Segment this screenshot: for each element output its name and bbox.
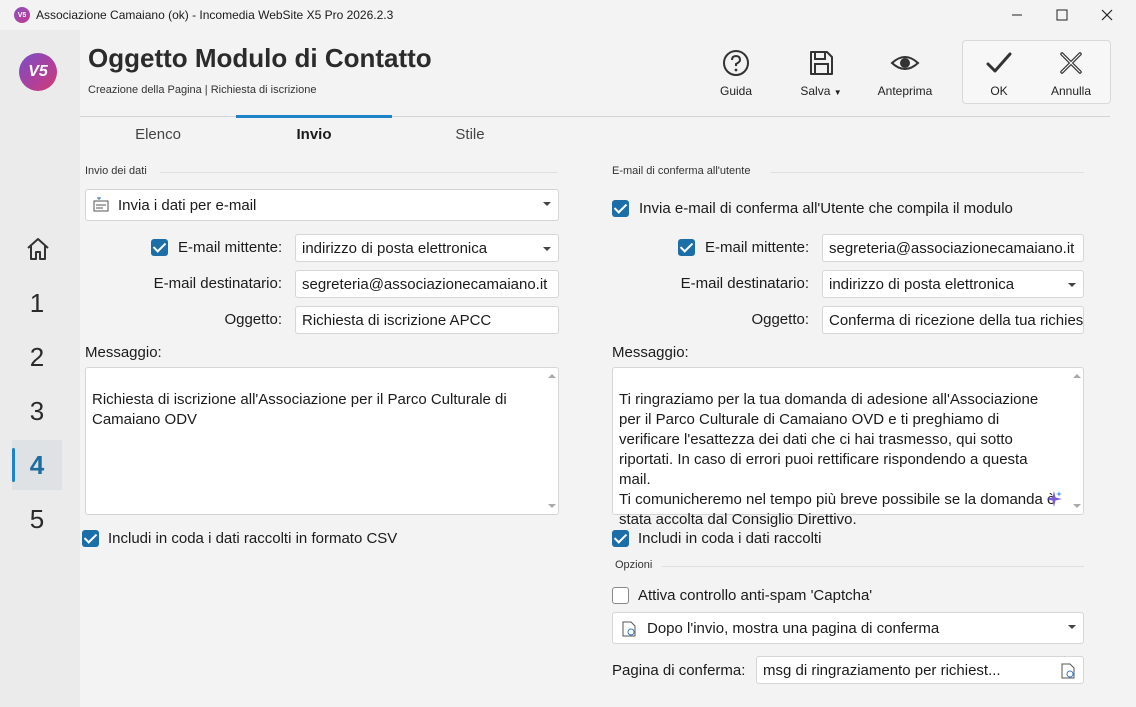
email-form-icon [93,197,109,212]
breadcrumb: Creazione della Pagina | Richiesta di is… [88,84,317,96]
message-value-right: Ti ringraziamo per la tua domanda di ade… [619,391,1055,528]
sender-select-left[interactable]: indirizzo di posta elettronica [295,234,559,262]
message-value-left: Richiesta di iscrizione all'Associazione… [92,391,507,428]
subject-label-left: Oggetto: [224,311,282,328]
recipient-value-right: indirizzo di posta elettronica [829,275,1015,293]
cancel-label: Annulla [1050,84,1092,98]
section-title-opzioni: Opzioni [615,559,653,571]
minimize-icon[interactable] [994,0,1040,30]
recipient-value-left: segreteria@associazionecamaiano.it [302,275,548,293]
preview-label: Anteprima [877,84,933,98]
window-title: Associazione Camaiano (ok) - Incomedia W… [36,8,394,22]
maximize-icon[interactable] [1039,0,1085,30]
app-logo: V5 [19,53,57,91]
confirm-email-checkbox[interactable] [612,200,629,217]
captcha-label: Attiva controllo anti-spam 'Captcha' [638,587,873,604]
send-mode-value: Invia i dati per e-mail [118,196,257,214]
recipient-label-right: E-mail destinatario: [680,275,809,292]
section-title-conferma: E-mail di conferma all'utente [612,165,751,177]
step-3[interactable]: 3 [12,386,62,436]
home-icon[interactable] [24,235,52,263]
ok-button[interactable]: OK [959,48,1039,98]
confirm-page-value: msg di ringraziamento per richiest... [763,661,1001,679]
tab-invio[interactable]: Invio [236,117,392,151]
section-divider [770,172,1084,173]
message-label-left: Messaggio: [85,344,162,361]
help-icon [723,50,749,76]
sender-label-left: E-mail mittente: [178,239,283,256]
save-icon [810,51,833,75]
help-label: Guida [719,84,753,98]
save-button[interactable]: Salva ▼ [781,48,861,98]
cancel-icon [1060,52,1082,74]
confirm-page-input[interactable]: msg di ringraziamento per richiest... [756,656,1084,684]
after-send-value: Dopo l'invio, mostra una pagina di confe… [647,619,940,637]
chevron-down-icon: ▼ [833,88,842,97]
subject-input-left[interactable]: Richiesta di iscrizione APCC [295,306,559,334]
recipient-select-right[interactable]: indirizzo di posta elettronica [822,270,1084,298]
include-data-checkbox[interactable] [612,530,629,547]
preview-button[interactable]: Anteprima [865,48,945,98]
tab-elenco[interactable]: Elenco [80,117,236,151]
section-title-invio-dati: Invio dei dati [85,165,147,177]
message-textarea-right[interactable]: Ti ringraziamo per la tua domanda di ade… [612,367,1084,528]
app-icon: V5 [14,7,30,23]
scrollbar[interactable] [546,372,556,510]
confirm-email-label: Invia e-mail di conferma all'Utente che … [639,200,1013,217]
eye-icon [890,56,920,70]
sender-input-right[interactable]: segreteria@associazionecamaiano.it [822,234,1084,262]
tab-stile[interactable]: Stile [392,117,548,151]
page-link-icon[interactable] [1061,663,1075,679]
save-label: Salva ▼ [800,84,842,98]
title-bar: V5 Associazione Camaiano (ok) - Incomedi… [0,0,1136,30]
subject-value-left: Richiesta di iscrizione APCC [302,311,492,329]
ai-sparkle-icon[interactable] [1045,490,1063,508]
subject-label-right: Oggetto: [751,311,809,328]
step-1[interactable]: 1 [12,278,62,328]
confirm-page-label: Pagina di conferma: [612,662,746,679]
page-title: Oggetto Modulo di Contatto [88,43,432,73]
csv-label: Includi in coda i dati raccolti in forma… [108,530,398,547]
include-data-label: Includi in coda i dati raccolti [638,530,822,547]
subject-input-right[interactable]: Conferma di ricezione della tua richiest… [822,306,1084,334]
subject-value-right: Conferma di ricezione della tua richiest… [829,311,1084,329]
recipient-label-left: E-mail destinatario: [153,275,282,292]
section-divider [160,172,558,173]
recipient-input-left[interactable]: segreteria@associazionecamaiano.it [295,270,559,298]
message-label-right: Messaggio: [612,344,689,361]
message-textarea-left[interactable]: Richiesta di iscrizione all'Associazione… [85,367,559,515]
step-4[interactable]: 4 [12,440,62,490]
cancel-button[interactable]: Annulla [1031,48,1111,98]
ok-label: OK [990,84,1008,98]
page-icon [622,621,636,637]
after-send-select[interactable]: Dopo l'invio, mostra una pagina di confe… [612,612,1084,644]
sender-checkbox-left[interactable] [151,239,168,256]
close-icon[interactable] [1084,0,1130,30]
send-mode-select[interactable]: Invia i dati per e-mail [85,189,559,221]
sender-checkbox-right[interactable] [678,239,695,256]
check-icon [986,52,1012,73]
scrollbar[interactable] [1071,372,1081,510]
csv-checkbox[interactable] [82,530,99,547]
sender-label-right: E-mail mittente: [705,239,810,256]
sender-value-right: segreteria@associazionecamaiano.it [829,239,1075,257]
section-divider [662,566,1084,567]
help-button[interactable]: Guida [696,48,776,98]
step-5[interactable]: 5 [12,494,62,544]
captcha-checkbox[interactable] [612,587,629,604]
active-tab-indicator [236,115,392,118]
sender-value-left: indirizzo di posta elettronica [302,239,488,257]
step-2[interactable]: 2 [12,332,62,382]
